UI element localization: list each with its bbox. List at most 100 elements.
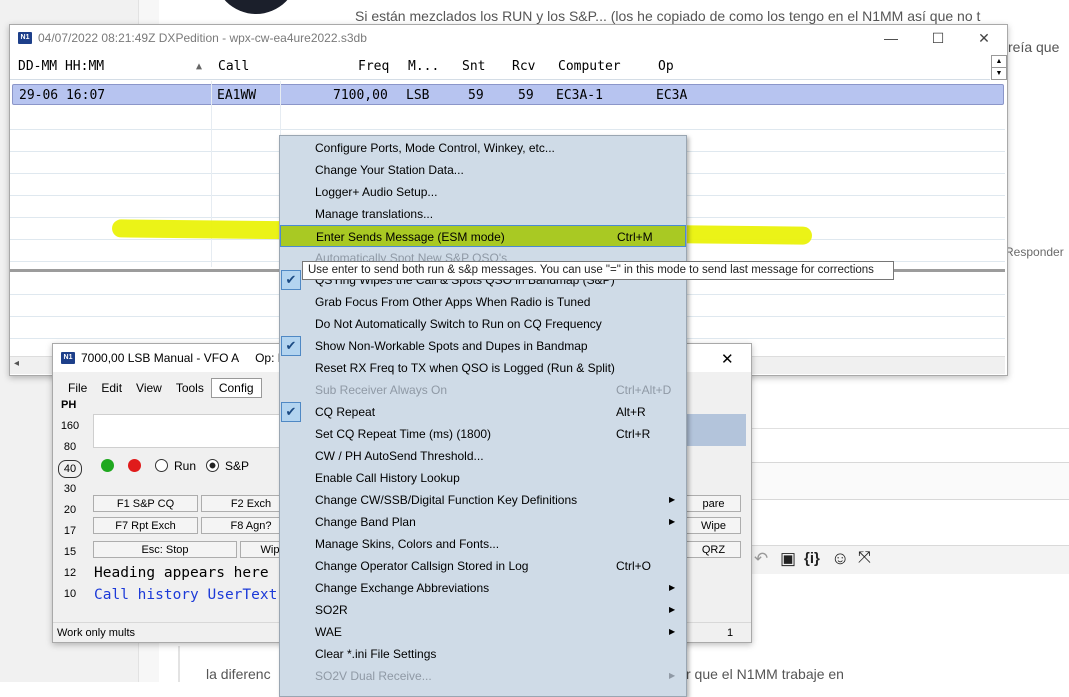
menu-item[interactable]: CW / PH AutoSend Threshold... (280, 445, 686, 467)
reply-link[interactable]: Responder (1005, 245, 1064, 259)
menu-file[interactable]: File (61, 379, 94, 397)
menu-item-label: WAE (315, 625, 342, 639)
post-text-right: reía que (1008, 39, 1060, 55)
column-header-rcv[interactable]: Rcv (512, 55, 535, 79)
menu-item-label: CW / PH AutoSend Threshold... (315, 449, 484, 463)
band-label[interactable]: 20 (57, 504, 83, 516)
menu-item[interactable]: WAE ▶ (280, 621, 686, 643)
menu-item[interactable]: ✔ CQ Repeat Alt+R (280, 401, 686, 423)
menu-item[interactable]: SO2R ▶ (280, 599, 686, 621)
menu-item-label: Configure Ports, Mode Control, Winkey, e… (315, 141, 555, 155)
submenu-arrow-icon: ▶ (669, 495, 676, 504)
menu-item[interactable]: Do Not Automatically Switch to Run on CQ… (280, 313, 686, 335)
close-button[interactable]: ✕ (721, 350, 734, 368)
row-computer: EC3A-1 (556, 88, 603, 103)
menu-item[interactable]: Change Band Plan ▶ (280, 511, 686, 533)
sp-radio[interactable] (206, 459, 219, 472)
band-label[interactable]: 10 (57, 588, 83, 600)
heading-text: Heading appears here (94, 565, 269, 581)
wipe-right-button[interactable]: Wipe (686, 517, 741, 534)
menu-item-shortcut: Ctrl+R (616, 427, 651, 441)
menu-item: SO2V Dual Receive... ▶ (280, 665, 686, 687)
entry-window-title: 7000,00 LSB Manual - VFO A (81, 351, 240, 365)
run-radio[interactable] (155, 459, 168, 472)
menu-item-label: Manage Skins, Colors and Fonts... (315, 537, 500, 551)
menu-item[interactable]: Manage Skins, Colors and Fonts... (280, 533, 686, 555)
esc-button[interactable]: Esc: Stop (93, 541, 237, 558)
close-button[interactable]: ✕ (961, 25, 1007, 51)
column-header-mode[interactable]: M... (408, 55, 439, 79)
band-label[interactable]: 17 (57, 525, 83, 537)
column-header-snt[interactable]: Snt (462, 55, 485, 79)
menu-item[interactable]: Change Your Station Data... (280, 159, 686, 181)
menu-item[interactable]: Change Operator Callsign Stored in Log Ct… (280, 555, 686, 577)
green-led-icon (101, 459, 114, 472)
menu-tools[interactable]: Tools (169, 379, 211, 397)
mode-label: PH (61, 399, 77, 411)
band-label[interactable]: 80 (57, 441, 83, 453)
scroll-down-button[interactable]: ▼ (991, 67, 1007, 80)
menu-item-label: SO2V Dual Receive... (315, 669, 432, 683)
menu-config[interactable]: Config (210, 378, 262, 398)
column-header-computer[interactable]: Computer (558, 55, 621, 79)
menu-item-label: Enter Sends Message (ESM mode) (316, 230, 505, 244)
menu-item-shortcut: Alt+R (616, 405, 646, 419)
band-label[interactable]: 15 (57, 546, 83, 558)
row-freq: 7100,00 (333, 88, 388, 103)
menu-item[interactable]: Change Exchange Abbreviations ▶ (280, 577, 686, 599)
table-row[interactable]: 29-06 16:07 EA1WW 7100,00 LSB 59 59 EC3A… (12, 84, 1004, 105)
f1-button[interactable]: F1 S&P CQ (93, 495, 198, 512)
menu-item[interactable]: Clear *.ini File Settings (280, 643, 686, 665)
undo-icon[interactable]: ↶ (754, 549, 768, 569)
qrz-button[interactable]: QRZ (686, 541, 741, 558)
checkmark-icon: ✔ (281, 336, 301, 356)
menu-view[interactable]: View (129, 379, 169, 397)
menu-item-label: Change Band Plan (315, 515, 416, 529)
menu-item[interactable]: Set CQ Repeat Time (ms) (1800) Ctrl+R (280, 423, 686, 445)
config-context-menu: Configure Ports, Mode Control, Winkey, e… (279, 135, 687, 697)
menu-item[interactable]: Reset RX Freq to TX when QSO is Logged (… (280, 357, 686, 379)
band-label-selected[interactable]: 40 (58, 460, 82, 478)
column-header-datetime[interactable]: DD-MM HH:MM (18, 55, 104, 79)
red-led-icon (128, 459, 141, 472)
menu-item-label: Enable Call History Lookup (315, 471, 460, 485)
spare-button[interactable]: pare (686, 495, 741, 512)
band-label[interactable]: 12 (57, 567, 83, 579)
menu-item[interactable]: ✔ Show Non-Workable Spots and Dupes in Ba… (280, 335, 686, 357)
minimize-button[interactable]: — (868, 25, 914, 51)
band-label[interactable]: 30 (57, 483, 83, 495)
submenu-arrow-icon: ▶ (669, 627, 676, 636)
scroll-left-icon[interactable]: ◂ (14, 358, 19, 369)
column-header-op[interactable]: Op (658, 55, 674, 79)
empty-row (10, 107, 1005, 130)
checkmark-icon: ✔ (281, 402, 301, 422)
log-window-titlebar: N1 04/07/2022 08:21:49Z DXPedition - wpx… (10, 25, 1007, 51)
menu-item-shortcut: Ctrl+O (616, 559, 652, 573)
menu-item[interactable]: Enable Call History Lookup (280, 467, 686, 489)
menu-item[interactable]: Manage translations... (280, 203, 686, 225)
exchange-input-highlight[interactable] (686, 414, 746, 446)
band-label[interactable]: 160 (57, 420, 83, 432)
menu-item: Sub Receiver Always On Ctrl+Alt+D (280, 379, 686, 401)
callsign-input[interactable] (93, 414, 281, 448)
editor-toolbar: ↶ ▣ {i} ☺ ⤧ (748, 545, 1069, 574)
row-datetime: 29-06 16:07 (19, 88, 106, 103)
menu-item[interactable]: Configure Ports, Mode Control, Winkey, e… (280, 137, 686, 159)
menu-item-label: Reset RX Freq to TX when QSO is Logged (… (315, 361, 615, 375)
column-header-freq[interactable]: Freq (358, 55, 389, 79)
menu-item[interactable]: Enter Sends Message (ESM mode) Ctrl+M (280, 225, 686, 247)
emoji-icon[interactable]: ☺ (831, 548, 849, 569)
menu-item[interactable]: Grab Focus From Other Apps When Radio is… (280, 291, 686, 313)
maximize-button[interactable]: ☐ (915, 25, 961, 51)
menu-item-label: SO2R (315, 603, 348, 617)
menu-item[interactable]: Change CW/SSB/Digital Function Key Defin… (280, 489, 686, 511)
f7-button[interactable]: F7 Rpt Exch (93, 517, 198, 534)
column-header-call[interactable]: Call (218, 55, 249, 79)
fullscreen-icon[interactable]: ⤧ (858, 549, 871, 567)
menu-edit[interactable]: Edit (94, 379, 129, 397)
menu-item[interactable]: Logger+ Audio Setup... (280, 181, 686, 203)
post-text-top: Si están mezclados los RUN y los S&P... … (355, 8, 981, 24)
paste-icon[interactable]: ▣ (780, 549, 796, 569)
code-icon[interactable]: {i} (804, 550, 820, 567)
n1mm-logo-icon: N1 (18, 32, 32, 44)
